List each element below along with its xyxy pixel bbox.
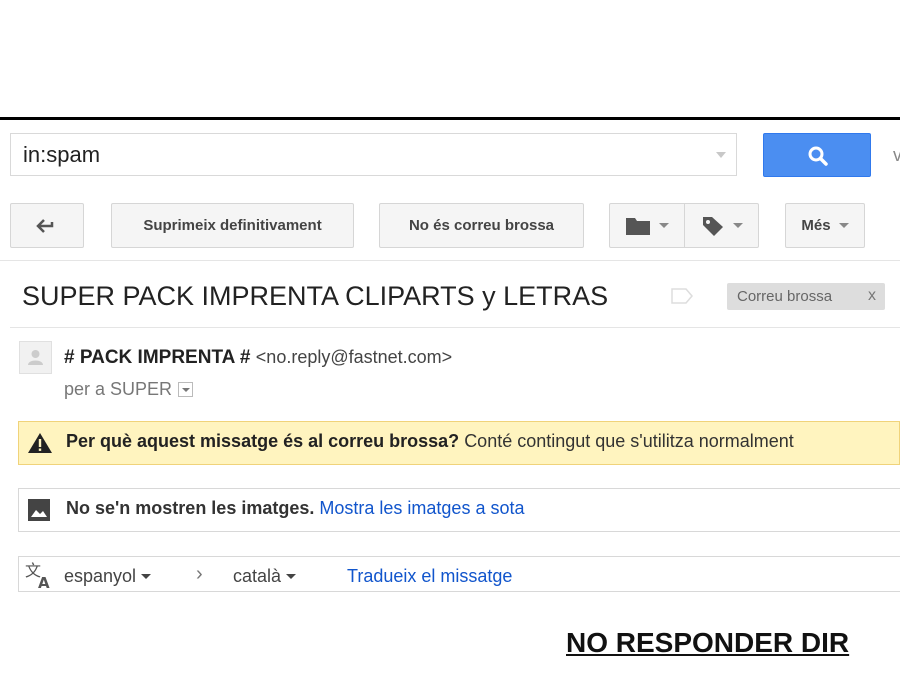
spam-reason-text: Conté contingut que s'utilitza normalmen…	[464, 431, 794, 451]
email-subject: SUPER PACK IMPRENTA CLIPARTS y LETRAS	[22, 281, 609, 311]
translate-message-link[interactable]: Tradueix el missatge	[347, 566, 512, 587]
spam-warning-banner: Per què aquest missatge és al correu bro…	[18, 421, 900, 465]
search-icon	[808, 146, 828, 166]
sender-email: <no.reply@fastnet.com>	[255, 347, 453, 367]
email-body-heading: NO RESPONDER DIR	[566, 627, 850, 658]
not-spam-button[interactable]: No és correu brossa	[379, 203, 584, 248]
sender-name[interactable]: # PACK IMPRENTA #	[64, 347, 251, 368]
translate-bar: 文 A espanyol › català Tradueix el missat…	[18, 556, 900, 592]
recipient-line: per a SUPER	[64, 379, 194, 400]
image-icon	[28, 499, 50, 521]
arrow-right-icon: ›	[196, 563, 203, 585]
recipient-text: per a SUPER	[64, 379, 173, 399]
labels-button[interactable]	[684, 203, 759, 248]
avatar	[19, 341, 52, 374]
back-to-spam-button[interactable]	[10, 203, 84, 248]
search-box[interactable]	[10, 133, 737, 176]
tag-icon	[702, 216, 723, 236]
delete-forever-label: Suprimeix definitivament	[143, 217, 322, 234]
search-options-caret-icon[interactable]	[716, 152, 726, 158]
delete-forever-button[interactable]: Suprimeix definitivament	[111, 203, 354, 248]
translate-icon: 文 A	[25, 561, 50, 590]
source-language-select[interactable]: espanyol	[64, 566, 152, 587]
chevron-down-icon	[838, 223, 849, 228]
images-notice-text: No se'n mostren les imatges. Mostra les …	[66, 498, 524, 519]
spam-label-chip: Correu brossa x	[727, 283, 885, 310]
back-arrow-icon	[36, 218, 54, 233]
spam-reason-question[interactable]: Per què aquest missatge és al correu bro…	[66, 431, 459, 451]
target-language-select[interactable]: català	[233, 566, 297, 587]
person-icon	[28, 350, 43, 365]
more-button[interactable]: Més	[785, 203, 865, 248]
cut-off-text: v	[893, 145, 900, 165]
remove-label-button[interactable]: x	[868, 287, 876, 305]
importance-marker-icon[interactable]	[671, 288, 693, 304]
spam-notice-text: Per què aquest missatge és al correu bro…	[66, 431, 794, 452]
chevron-down-icon	[141, 574, 152, 579]
spam-label-text: Correu brossa	[737, 288, 833, 305]
chevron-down-icon	[286, 574, 297, 579]
target-language-label: català	[233, 566, 282, 586]
folder-icon	[626, 217, 650, 235]
top-border	[0, 117, 900, 120]
more-label: Més	[801, 217, 831, 234]
chevron-down-icon	[732, 223, 743, 228]
toolbar-divider	[0, 260, 900, 261]
chevron-down-icon	[659, 223, 669, 228]
subject-divider	[10, 327, 900, 328]
images-hidden-banner: No se'n mostren les imatges. Mostra les …	[18, 488, 900, 532]
svg-text:A: A	[38, 574, 50, 590]
search-button[interactable]	[763, 133, 871, 177]
search-input[interactable]	[11, 134, 711, 175]
warning-icon	[28, 433, 52, 453]
sender-line: # PACK IMPRENTA # <no.reply@fastnet.com>	[64, 347, 452, 369]
source-language-label: espanyol	[64, 566, 137, 586]
show-images-link[interactable]: Mostra les imatges a sota	[319, 498, 524, 518]
show-details-toggle[interactable]	[178, 382, 194, 397]
move-to-button[interactable]	[609, 203, 685, 248]
images-hidden-text: No se'n mostren les imatges.	[66, 498, 315, 518]
not-spam-label: No és correu brossa	[408, 217, 555, 234]
